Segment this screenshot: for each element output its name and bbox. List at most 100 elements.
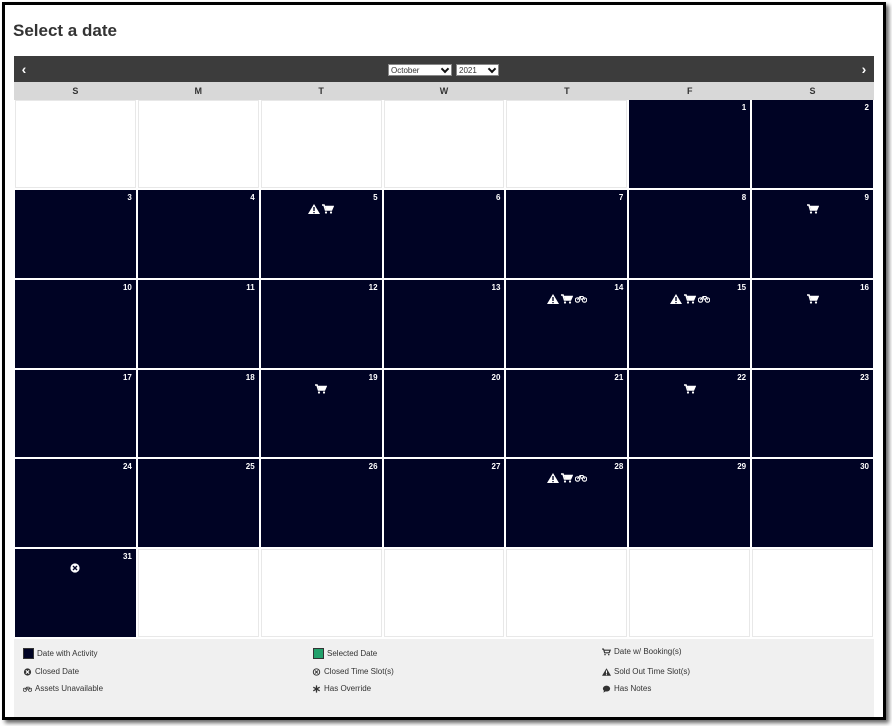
month-select[interactable]: October <box>388 64 452 76</box>
day-cell-6[interactable]: 6 <box>383 189 505 278</box>
day-cell-11[interactable]: 11 <box>137 279 259 368</box>
day-number: 2 <box>864 103 869 112</box>
calendar-empty-cell <box>383 100 505 188</box>
day-cell-12[interactable]: 12 <box>260 279 382 368</box>
day-cell-23[interactable]: 23 <box>752 369 873 458</box>
weekday-wed: W <box>439 86 449 96</box>
day-cell-27[interactable]: 27 <box>383 459 505 548</box>
prev-month-button[interactable]: ‹ <box>18 62 30 76</box>
day-cell-28[interactable]: 28 <box>506 459 628 548</box>
calendar-empty-cell <box>506 549 628 637</box>
day-cell-17[interactable]: 17 <box>15 369 136 458</box>
cart-icon <box>683 293 696 304</box>
comment-icon <box>602 685 611 693</box>
chevron-down-icon <box>440 64 450 73</box>
day-cell-7[interactable]: 7 <box>506 189 628 278</box>
day-cell-24[interactable]: 24 <box>15 459 136 548</box>
day-status-icons <box>261 203 382 214</box>
legend-closed-slot: Closed Time Slot(s) <box>312 667 394 676</box>
day-cell-8[interactable]: 8 <box>629 189 751 278</box>
month-select-value: October <box>391 65 420 75</box>
day-cell-14[interactable]: 14 <box>506 279 628 368</box>
day-cell-22[interactable]: 22 <box>629 369 751 458</box>
day-cell-16[interactable]: 16 <box>752 279 873 368</box>
day-number: 27 <box>491 462 501 472</box>
legend-label: Has Override <box>324 684 372 693</box>
day-cell-5[interactable]: 5 <box>260 189 382 278</box>
day-status-icons <box>15 563 136 573</box>
legend-sold-out: Sold Out Time Slot(s) <box>602 667 690 676</box>
calendar-empty-cell <box>260 549 382 637</box>
day-cell-20[interactable]: 20 <box>383 369 505 458</box>
weekday-tue: T <box>318 86 324 96</box>
day-status-icons <box>629 293 750 304</box>
cart-icon <box>322 204 335 214</box>
day-number: 9 <box>864 192 869 202</box>
day-status-icons <box>506 293 627 304</box>
legend-label: Selected Date <box>327 649 378 658</box>
day-cell-3[interactable]: 3 <box>15 189 136 278</box>
day-cell-2[interactable]: 2 <box>752 100 873 188</box>
day-status-icons <box>752 204 873 214</box>
next-month-button[interactable]: › <box>858 62 870 76</box>
legend-assets: Assets Unavailable <box>23 684 103 693</box>
day-cell-4[interactable]: 4 <box>137 189 259 278</box>
legend-label: Closed Time Slot(s) <box>324 667 394 676</box>
day-number: 1 <box>741 103 747 112</box>
closed-icon <box>23 667 32 676</box>
weekday-sat: S <box>809 86 816 96</box>
calendar-grid: 1 2 3 4 5 6 7 8 9 10 11 12 13 14 15 16 1… <box>14 100 874 637</box>
weekday-sun: S <box>72 86 79 96</box>
cart-icon <box>560 293 573 304</box>
cart-icon <box>560 473 573 483</box>
cart-icon <box>806 293 819 304</box>
day-number: 12 <box>368 282 378 292</box>
day-number: 6 <box>495 192 501 202</box>
day-cell-26[interactable]: 26 <box>260 459 382 548</box>
day-cell-29[interactable]: 29 <box>629 459 751 548</box>
legend-activity: Date with Activity <box>23 648 97 659</box>
day-number: 16 <box>860 282 869 292</box>
day-number: 18 <box>245 372 255 382</box>
cart-icon <box>315 383 328 394</box>
cart-icon <box>806 204 819 214</box>
legend-label: Has Notes <box>614 684 652 693</box>
day-cell-9[interactable]: 9 <box>752 189 873 278</box>
bike-icon <box>574 473 587 483</box>
day-status-icons <box>752 293 873 304</box>
bike-icon <box>23 686 32 692</box>
weekday-header: S M T W T F S <box>14 82 874 100</box>
day-cell-25[interactable]: 25 <box>137 459 259 548</box>
day-number: 20 <box>491 372 501 382</box>
chevron-down-icon <box>487 64 497 73</box>
legend-label: Assets Unavailable <box>35 684 104 693</box>
day-cell-18[interactable]: 18 <box>137 369 259 458</box>
day-number: 29 <box>737 462 747 472</box>
day-number: 3 <box>127 192 132 202</box>
day-cell-19[interactable]: 19 <box>260 369 382 458</box>
day-status-icons <box>506 473 627 484</box>
closed-outline-icon <box>312 667 321 676</box>
weekday-mon: M <box>194 86 203 96</box>
legend-override: Has Override <box>312 684 371 693</box>
day-cell-21[interactable]: 21 <box>506 369 628 458</box>
warning-icon <box>546 473 559 484</box>
calendar-empty-cell <box>629 549 751 637</box>
day-cell-30[interactable]: 30 <box>752 459 873 548</box>
day-status-icons <box>261 383 382 394</box>
legend-booking: Date w/ Booking(s) <box>602 647 682 656</box>
bike-icon <box>574 294 587 304</box>
year-select[interactable]: 2021 <box>456 64 499 76</box>
day-cell-15[interactable]: 15 <box>629 279 751 368</box>
month-navbar: ‹ October 2021 › <box>14 56 874 82</box>
day-number: 21 <box>614 372 624 382</box>
day-cell-1[interactable]: 1 <box>629 100 751 188</box>
cart-icon <box>683 383 696 394</box>
activity-swatch <box>23 648 34 659</box>
day-number: 5 <box>373 192 378 202</box>
day-cell-31[interactable]: 31 <box>15 549 136 637</box>
day-number: 7 <box>618 192 624 202</box>
day-cell-13[interactable]: 13 <box>383 279 505 368</box>
day-number: 15 <box>737 282 747 292</box>
day-cell-10[interactable]: 10 <box>15 279 136 368</box>
